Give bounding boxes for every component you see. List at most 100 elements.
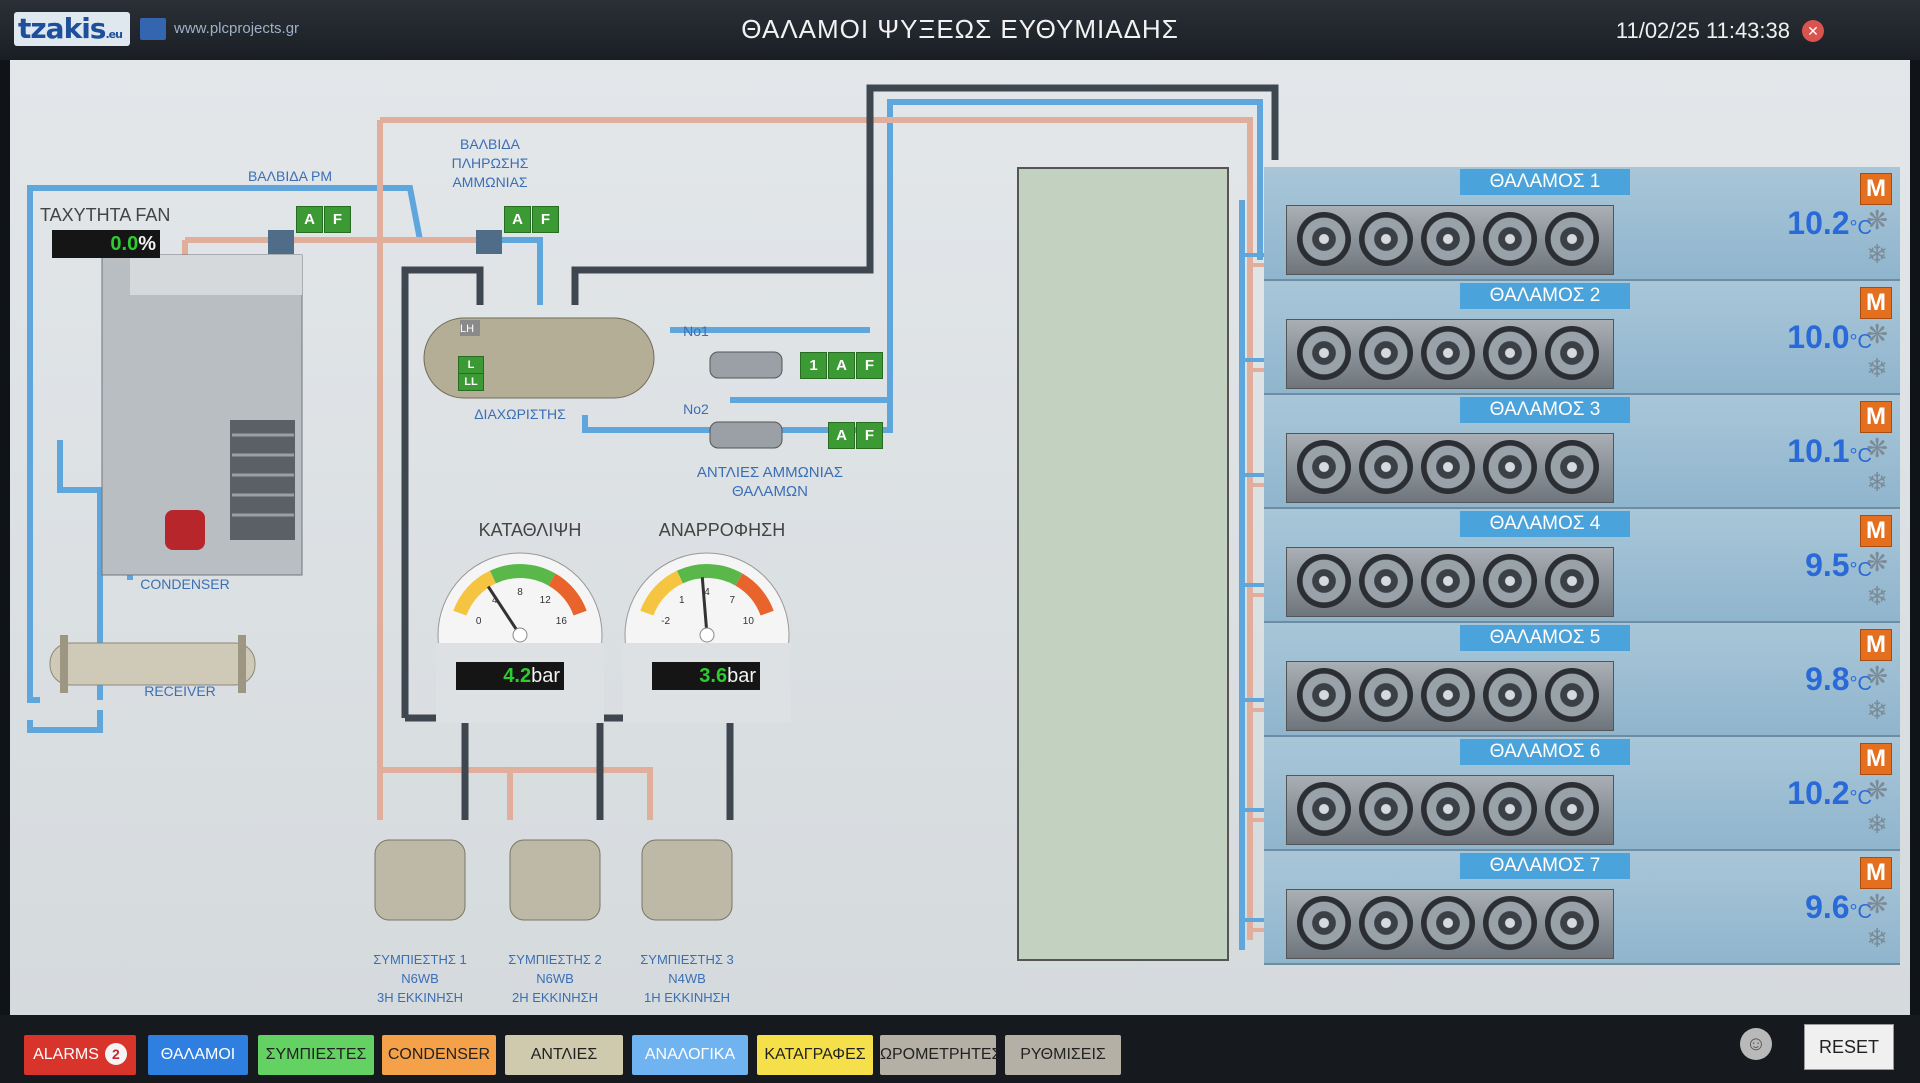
chamber-temperature: 10.2°C: [1672, 205, 1872, 242]
chamber-1[interactable]: ΘΑΛΑΜΟΣ 1 10.2°C M ❋ ❄: [1232, 167, 1900, 281]
evaporator-unit: [1286, 205, 1614, 275]
compressor-1-model: N6WB: [401, 971, 439, 986]
fan-status-icon: ❋: [1866, 205, 1888, 235]
fan-status-icon: ❋: [1866, 547, 1888, 577]
chamber-4[interactable]: ΘΑΛΑΜΟΣ 4 9.5°C M ❋ ❄: [1232, 509, 1900, 623]
chamber-name: ΘΑΛΑΜΟΣ 7: [1460, 853, 1630, 879]
evaporator-unit: [1286, 661, 1614, 731]
pump1-f-button[interactable]: F: [856, 352, 883, 379]
gauge-layer: 0481216 -214710: [436, 552, 791, 723]
fan-speed-unit: %: [138, 233, 156, 255]
gauge-tick-label: -2: [661, 616, 670, 627]
hmi-screen: tzakis.eu www.plcprojects.gr ΘΑΛΑΜΟΙ ΨΥΞ…: [0, 0, 1920, 1083]
evaporator-fan-icon: [1421, 326, 1475, 380]
nav-button-7[interactable]: ΩΡΟΜΕΤΡΗΤΕΣ: [880, 1035, 1001, 1075]
fan-status-icon: ❋: [1866, 661, 1888, 691]
pump2-a-button[interactable]: A: [828, 422, 855, 449]
manual-mode-button[interactable]: M: [1860, 287, 1892, 319]
compressors-graphic: [374, 839, 733, 921]
compressor-3-label[interactable]: ΣΥΜΠΙΕΣΤΗΣ 3 N4WB 1Η ΕΚΚΙΝΗΣΗ: [622, 950, 752, 1007]
evaporator-unit: [1286, 433, 1614, 503]
chamber-temperature: 10.2°C: [1672, 775, 1872, 812]
fill-valve-f-button[interactable]: F: [532, 206, 559, 233]
separator-lh: LH: [460, 323, 475, 335]
nav-button-6[interactable]: ΚΑΤΑΓΡΑΦΕΣ: [757, 1035, 873, 1075]
evaporator-fan-icon: [1359, 668, 1413, 722]
suction-readout: 3.6bar: [652, 662, 760, 690]
close-icon[interactable]: ✕: [1802, 20, 1824, 42]
evaporator-unit: [1286, 775, 1614, 845]
chamber-temperature: 9.6°C: [1672, 889, 1872, 926]
nav-button-1[interactable]: ΘΑΛΑΜΟΙ: [148, 1035, 248, 1075]
defrost-icon: ❄: [1866, 467, 1888, 497]
defrost-icon: ❄: [1866, 923, 1888, 953]
evaporator-fan-icon: [1483, 440, 1537, 494]
evaporator-fan-icon: [1297, 212, 1351, 266]
temperature-value: 9.5: [1805, 547, 1850, 583]
manual-mode-button[interactable]: M: [1860, 173, 1892, 205]
gauge-hub: [699, 627, 715, 643]
fan-speed-title: ΤΑΧΥΤΗΤΑ FAN: [40, 205, 171, 225]
evaporator-fan-icon: [1297, 326, 1351, 380]
fan-status-icon: ❋: [1866, 433, 1888, 463]
manual-mode-button[interactable]: M: [1860, 743, 1892, 775]
valve-pm-a-button[interactable]: A: [296, 206, 323, 233]
chamber-6[interactable]: ΘΑΛΑΜΟΣ 6 10.2°C M ❋ ❄: [1232, 737, 1900, 851]
chamber-5[interactable]: ΘΑΛΑΜΟΣ 5 9.8°C M ❋ ❄: [1232, 623, 1900, 737]
compressor-3-model: N4WB: [668, 971, 706, 986]
pumps-label: ΑΝΤΛΙΕΣ ΑΜΜΩΝΙΑΣ ΘΑΛΑΜΩΝ: [670, 463, 870, 501]
fan-speed-readout: 0.0%: [52, 230, 160, 258]
temperature-value: 10.0: [1787, 319, 1850, 355]
reset-button[interactable]: RESET: [1804, 1024, 1894, 1070]
compressor-2-label[interactable]: ΣΥΜΠΙΕΣΤΗΣ 2 N6WB 2Η ΕΚΚΙΝΗΣΗ: [490, 950, 620, 1007]
evaporator-fan-icon: [1545, 782, 1599, 836]
suction-value: 3.6: [699, 665, 728, 687]
pump2-f-button[interactable]: F: [856, 422, 883, 449]
nav-button-8[interactable]: ΡΥΘΜΙΣΕΙΣ: [1005, 1035, 1121, 1075]
valve-pm-label: ΒΑΛΒΙΔΑ PM: [247, 168, 333, 184]
pump-no1-label: No1: [683, 323, 709, 339]
alarms-button[interactable]: ALARMS 2: [24, 1035, 136, 1075]
fan-status-icon: ❋: [1866, 889, 1888, 919]
bottom-nav-bar: ALARMS 2 ΘΑΛΑΜΟΙ ΣΥΜΠΙΕΣΤΕΣ CONDENSER ΑΝΤΛΙΕ…: [0, 1015, 1920, 1083]
chamber-7[interactable]: ΘΑΛΑΜΟΣ 7 9.6°C M ❋ ❄: [1232, 851, 1900, 965]
manual-mode-button[interactable]: M: [1860, 401, 1892, 433]
manual-mode-button[interactable]: M: [1860, 857, 1892, 889]
compressor-2-start: 2Η ΕΚΚΙΝΗΣΗ: [511, 990, 599, 1005]
evaporator-unit: [1286, 319, 1614, 389]
nav-button-3[interactable]: CONDENSER: [382, 1035, 496, 1075]
gauge-hub: [512, 627, 528, 643]
manual-mode-button[interactable]: M: [1860, 629, 1892, 661]
discharge-value: 4.2: [503, 665, 532, 687]
chamber-2[interactable]: ΘΑΛΑΜΟΣ 2 10.0°C M ❋ ❄: [1232, 281, 1900, 395]
discharge-unit: bar: [531, 665, 560, 687]
compressor-1-label[interactable]: ΣΥΜΠΙΕΣΤΗΣ 1 N6WB 3Η ΕΚΚΙΝΗΣΗ: [355, 950, 485, 1007]
nav-button-5[interactable]: ΑΝΑΛΟΓΙΚΑ: [632, 1035, 748, 1075]
receiver-label: RECEIVER: [144, 683, 216, 699]
evaporator-fan-icon: [1421, 896, 1475, 950]
chamber-name: ΘΑΛΑΜΟΣ 5: [1460, 625, 1630, 651]
evaporator-fan-icon: [1359, 554, 1413, 608]
valve-pm-f-button[interactable]: F: [324, 206, 351, 233]
process-canvas: 0 4 8 12 16 -2 1 4 7 10 ΤΑΧΥΤΗΤΑ FAN 0.0% ΒΑΛΒΙΔΑ…: [10, 60, 1910, 1015]
temperature-value: 9.8: [1805, 661, 1850, 697]
defrost-icon: ❄: [1866, 353, 1888, 383]
gauge-tick-label: 7: [729, 595, 735, 606]
chamber-temperature: 10.1°C: [1672, 433, 1872, 470]
fill-valve-line1: ΒΑΛΒΙΔΑ: [460, 136, 520, 152]
pump-no2-label: No2: [683, 401, 709, 417]
pump1-a-button[interactable]: A: [828, 352, 855, 379]
temperature-value: 10.1: [1787, 433, 1850, 469]
evaporator-fan-icon: [1545, 554, 1599, 608]
fill-valve-a-button[interactable]: A: [504, 206, 531, 233]
chamber-3[interactable]: ΘΑΛΑΜΟΣ 3 10.1°C M ❋ ❄: [1232, 395, 1900, 509]
compressor-3-name: ΣΥΜΠΙΕΣΤΗΣ 3: [640, 952, 734, 967]
nav-button-4[interactable]: ΑΝΤΛΙΕΣ: [505, 1035, 623, 1075]
evaporator-fan-icon: [1297, 554, 1351, 608]
alarms-label: ALARMS: [33, 1046, 99, 1063]
chamber-name: ΘΑΛΑΜΟΣ 1: [1460, 169, 1630, 195]
user-icon[interactable]: ☺: [1740, 1028, 1772, 1060]
chamber-wall: [1017, 167, 1229, 961]
manual-mode-button[interactable]: M: [1860, 515, 1892, 547]
nav-button-2[interactable]: ΣΥΜΠΙΕΣΤΕΣ: [258, 1035, 374, 1075]
